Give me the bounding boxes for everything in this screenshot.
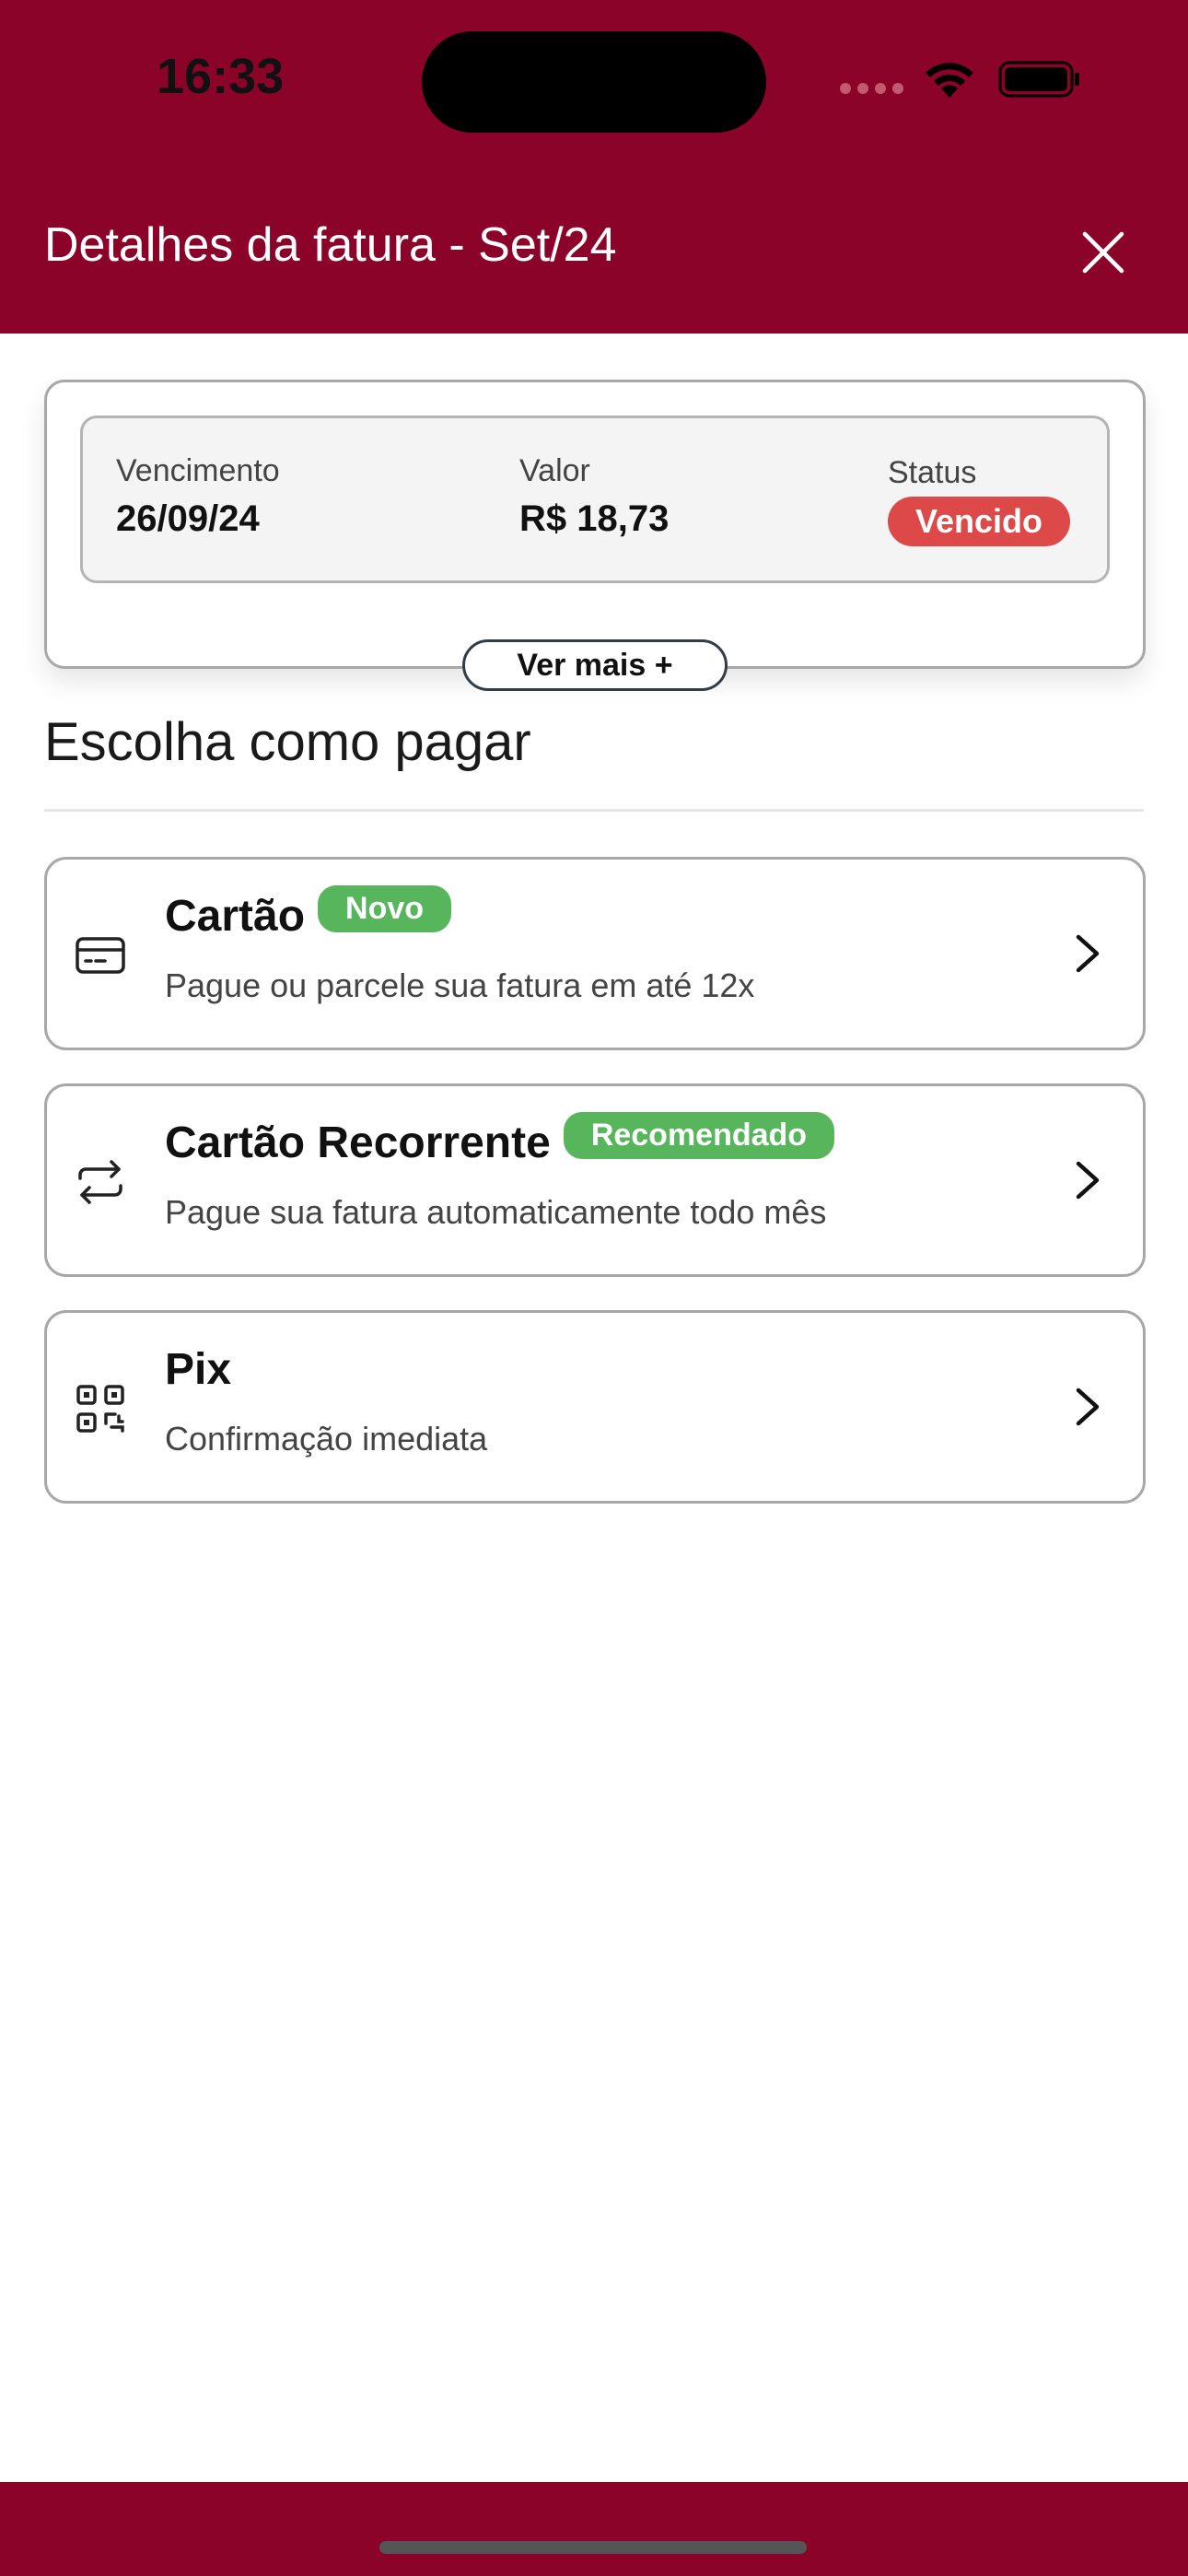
invoice-details-box: Vencimento 26/09/24 Valor R$ 18,73 Statu… xyxy=(80,416,1110,583)
due-date-value: 26/09/24 xyxy=(116,498,260,539)
bottom-bar xyxy=(0,2482,1188,2576)
amount-column: Valor R$ 18,73 xyxy=(519,453,669,540)
option-title-row: Cartão Recorrente Recomendado xyxy=(165,1112,835,1168)
home-indicator[interactable] xyxy=(379,2541,807,2554)
payment-option-pix[interactable]: Pix Confirmação imediata xyxy=(44,1310,1146,1504)
option-description: Confirmação imediata xyxy=(165,1420,488,1458)
see-more-button[interactable]: Ver mais + xyxy=(462,639,728,691)
payment-option-card[interactable]: Cartão Novo Pague ou parcele sua fatura … xyxy=(44,857,1146,1050)
invoice-summary-card: Vencimento 26/09/24 Valor R$ 18,73 Statu… xyxy=(44,380,1146,669)
status-label: Status xyxy=(888,455,977,490)
cellular-signal-icon xyxy=(840,83,903,94)
close-icon xyxy=(1082,231,1124,274)
option-description: Pague sua fatura automaticamente todo mê… xyxy=(165,1193,827,1231)
new-badge: Novo xyxy=(318,885,452,932)
status-badge: Vencido xyxy=(888,497,1071,546)
dynamic-island xyxy=(422,31,766,133)
chevron-right-icon xyxy=(1076,1161,1100,1200)
section-title: Escolha como pagar xyxy=(44,712,531,772)
due-date-column: Vencimento 26/09/24 xyxy=(116,453,280,540)
option-title: Cartão Recorrente xyxy=(165,1118,551,1167)
close-button[interactable] xyxy=(1076,225,1131,280)
option-title-row: Cartão Novo xyxy=(165,885,452,942)
payment-option-recurring-card[interactable]: Cartão Recorrente Recomendado Pague sua … xyxy=(44,1083,1146,1277)
divider xyxy=(44,809,1144,812)
due-date-label: Vencimento xyxy=(116,453,280,488)
page-title: Detalhes da fatura - Set/24 xyxy=(44,218,617,272)
status-column: Status Vencido xyxy=(888,455,1071,546)
battery-icon xyxy=(998,61,1079,98)
option-title: Pix xyxy=(165,1345,232,1394)
app-header: 16:33 Detalhes da fatura - Set/24 xyxy=(0,0,1188,334)
amount-label: Valor xyxy=(519,453,590,488)
amount-value: R$ 18,73 xyxy=(519,498,670,539)
status-time: 16:33 xyxy=(157,49,285,104)
chevron-right-icon xyxy=(1076,934,1100,973)
qr-code-icon xyxy=(76,1385,124,1433)
wifi-icon xyxy=(926,63,973,98)
option-title: Cartão xyxy=(165,892,306,941)
chevron-right-icon xyxy=(1076,1388,1100,1426)
option-title-row: Pix xyxy=(165,1344,231,1395)
repeat-icon xyxy=(78,1160,122,1204)
credit-card-icon xyxy=(76,937,125,974)
recommended-badge: Recomendado xyxy=(563,1112,835,1159)
option-description: Pague ou parcele sua fatura em até 12x xyxy=(165,966,755,1004)
